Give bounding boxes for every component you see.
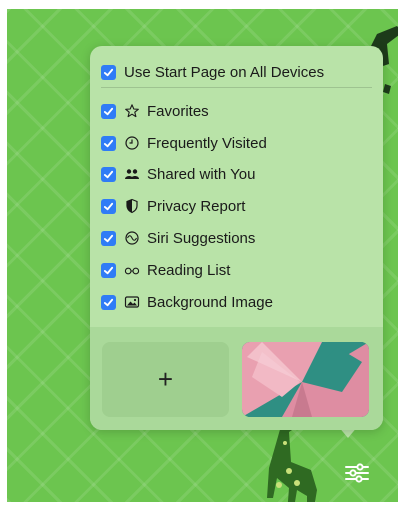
option-shared-with-you[interactable]: Shared with You [101,163,255,185]
option-background-image[interactable]: Background Image [101,291,273,313]
siri-icon [124,230,140,246]
option-favorites[interactable]: Favorites [101,100,209,122]
checkmark-icon [103,139,114,147]
shared-with-you-label: Shared with You [147,165,256,183]
glasses-icon [124,262,140,278]
star-icon [124,103,140,119]
favorites-checkbox[interactable] [101,103,116,119]
frequently-visited-label: Frequently Visited [147,134,267,152]
checkmark-icon [103,266,114,274]
checkmark-icon [103,68,114,76]
reading-list-checkbox[interactable] [101,262,116,278]
reading-list-label: Reading List [147,261,231,279]
siri-suggestions-label: Siri Suggestions [147,229,256,247]
photo-icon [124,294,140,310]
background-image-label: Background Image [147,293,273,311]
favorites-label: Favorites [147,102,209,120]
butterfly-wallpaper-image [242,342,369,417]
add-background-image-button[interactable]: + [102,342,229,417]
shield-icon [124,198,140,214]
option-reading-list[interactable]: Reading List [101,259,230,281]
option-siri-suggestions[interactable]: Siri Suggestions [101,227,255,249]
background-image-checkbox[interactable] [101,294,116,310]
clock-icon [124,135,140,151]
shared-with-you-checkbox[interactable] [101,166,116,182]
use-on-all-devices-checkbox[interactable] [101,64,116,80]
checkmark-icon [103,234,114,242]
siri-suggestions-checkbox[interactable] [101,230,116,246]
background-image-chooser: + [90,327,383,430]
option-privacy-report[interactable]: Privacy Report [101,195,245,217]
option-frequently-visited[interactable]: Frequently Visited [101,132,267,154]
use-on-all-devices-option[interactable]: Use Start Page on All Devices [101,61,324,83]
checkmark-icon [103,298,114,306]
privacy-report-label: Privacy Report [147,197,246,215]
people-icon [124,166,140,182]
background-image-thumbnail[interactable] [242,342,369,417]
giraffe-decoration-bottom [267,422,317,502]
checkmark-icon [103,202,114,210]
use-on-all-devices-label: Use Start Page on All Devices [124,63,325,81]
checkmark-icon [103,170,114,178]
start-page-customize-popover: Use Start Page on All Devices Favorites … [90,46,383,430]
privacy-report-checkbox[interactable] [101,198,116,214]
frequently-visited-checkbox[interactable] [101,135,116,151]
start-page-settings-button[interactable] [344,460,370,486]
divider [101,87,372,88]
sliders-icon [345,463,369,483]
plus-icon: + [157,364,174,394]
checkmark-icon [103,107,114,115]
